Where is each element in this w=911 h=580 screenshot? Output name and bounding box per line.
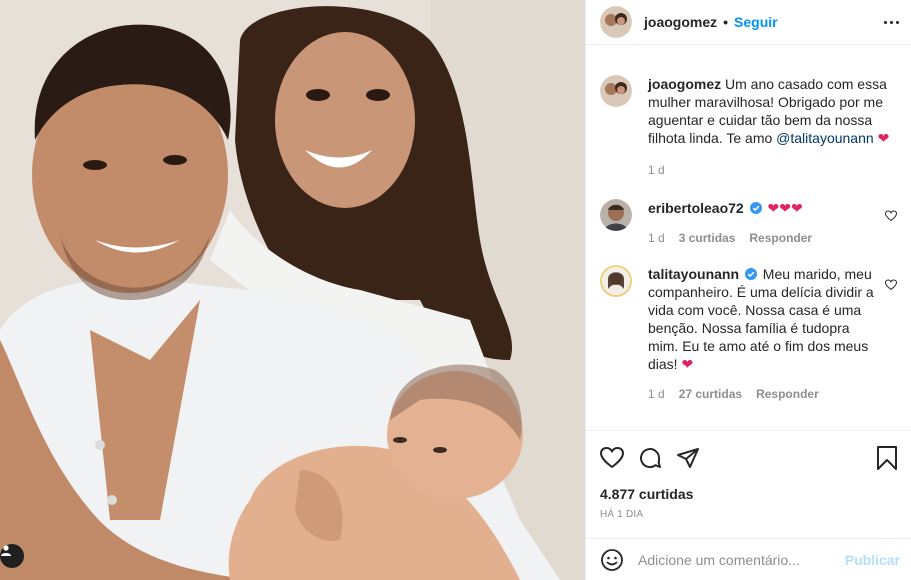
share-paper-plane-icon[interactable] — [676, 446, 700, 470]
comment-like-heart-icon[interactable] — [885, 279, 897, 291]
emoji-smiley-icon[interactable] — [600, 548, 624, 572]
caption-meta: 1 d — [648, 163, 897, 177]
comment-input[interactable] — [638, 551, 845, 568]
follow-button[interactable]: Seguir — [734, 14, 778, 30]
comments-list[interactable]: joaogomez Um ano casado com essa mulher … — [586, 45, 911, 430]
heart-emoji-icon: ❤ — [877, 130, 890, 146]
commenter-avatar[interactable] — [600, 265, 632, 297]
person-icon — [1, 545, 11, 556]
comment-time[interactable]: 1 d — [648, 231, 665, 245]
comment-item: eribertoleao72 ❤❤❤ 1 d 3 curtidas Respon… — [600, 177, 897, 245]
comment-likes[interactable]: 27 curtidas — [679, 387, 742, 401]
comment-text: eribertoleao72 ❤❤❤ — [648, 199, 877, 217]
comment-meta: 1 d 27 curtidas Responder — [648, 387, 877, 401]
reply-button[interactable]: Responder — [756, 387, 819, 401]
separator-dot: • — [723, 14, 729, 30]
post-sidebar: joaogomez • Seguir joaogomez Um ano casa… — [585, 0, 911, 580]
comment-bubble-icon[interactable] — [638, 446, 662, 470]
comment-hearts: ❤❤❤ — [767, 200, 803, 216]
comment-time[interactable]: 1 d — [648, 387, 665, 401]
caption: joaogomez Um ano casado com essa mulher … — [600, 45, 897, 177]
comment-item: talitayounann Meu marido, meu companheir… — [600, 245, 897, 401]
commenter-username[interactable]: eribertoleao72 — [648, 200, 744, 216]
post-photo[interactable] — [0, 0, 585, 580]
post-actions: 4.877 curtidas HÁ 1 DIA — [586, 430, 911, 534]
reply-button[interactable]: Responder — [749, 231, 812, 245]
commenter-avatar[interactable] — [600, 199, 632, 231]
author-avatar[interactable] — [600, 6, 632, 38]
tagged-users-button[interactable] — [0, 544, 24, 568]
likes-count[interactable]: 4.877 curtidas — [600, 486, 898, 502]
comment-text: talitayounann Meu marido, meu companheir… — [648, 265, 877, 373]
like-heart-icon[interactable] — [600, 446, 624, 470]
caption-avatar[interactable] — [600, 75, 632, 107]
more-options-icon[interactable] — [884, 20, 899, 24]
save-bookmark-icon[interactable] — [876, 446, 898, 470]
comment-likes[interactable]: 3 curtidas — [679, 231, 736, 245]
caption-mention[interactable]: @talitayounann — [776, 130, 874, 146]
post-header: joaogomez • Seguir — [586, 0, 911, 45]
comment-like-heart-icon[interactable] — [885, 210, 897, 222]
post-timestamp[interactable]: HÁ 1 DIA — [600, 509, 898, 520]
verified-badge-icon — [744, 268, 757, 280]
author-username[interactable]: joaogomez — [644, 14, 717, 30]
photo-illustration — [0, 0, 585, 580]
commenter-username[interactable]: talitayounann — [648, 266, 739, 282]
caption-text: joaogomez Um ano casado com essa mulher … — [648, 75, 897, 147]
publish-button[interactable]: Publicar — [845, 552, 900, 568]
add-comment-bar: Publicar — [586, 538, 911, 580]
caption-username[interactable]: joaogomez — [648, 76, 721, 92]
action-icons — [600, 443, 898, 473]
heart-emoji-icon: ❤ — [681, 356, 694, 372]
caption-time[interactable]: 1 d — [648, 163, 665, 177]
comment-meta: 1 d 3 curtidas Responder — [648, 231, 877, 245]
verified-badge-icon — [749, 202, 762, 214]
